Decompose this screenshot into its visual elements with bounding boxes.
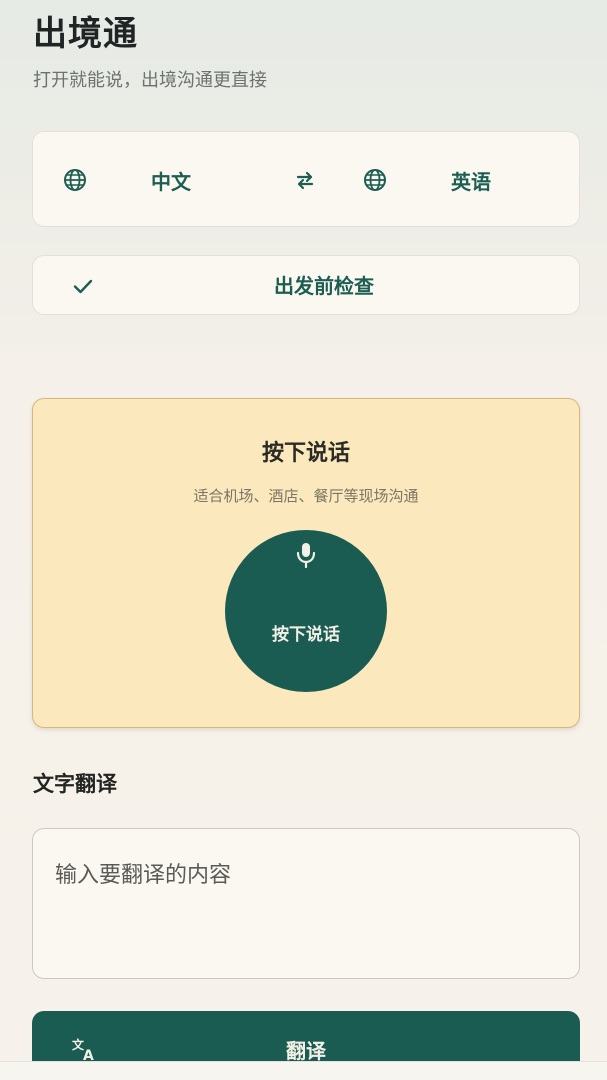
source-language-label: 中文 [151, 169, 191, 194]
app-screen: 出境通 打开就能说，出境沟通更直接 中文 英语 出发前检查 按下说话 适合机场、… [0, 0, 607, 1080]
app-title: 出境通 [33, 14, 138, 54]
translation-text-input[interactable] [32, 828, 580, 979]
text-translation-title: 文字翻译 [33, 772, 117, 796]
voice-card-title: 按下说话 [261, 441, 350, 466]
voice-input-card: 按下说话 适合机场、酒店、餐厅等现场沟通 按下说话 [32, 398, 580, 728]
push-to-talk-label: 按下说话 [272, 625, 340, 644]
language-selector-card: 中文 英语 [32, 131, 580, 227]
source-language-selector[interactable]: 中文 [63, 132, 191, 228]
pre-departure-checklist-button[interactable]: 出发前检查 [32, 255, 580, 315]
bottom-navigation-bar [0, 1061, 607, 1080]
push-to-talk-button[interactable]: 按下说话 [225, 530, 387, 692]
app-subtitle: 打开就能说，出境沟通更直接 [33, 70, 267, 91]
translate-button-label: 翻译 [286, 1041, 326, 1063]
microphone-icon [296, 543, 316, 568]
swap-icon[interactable] [293, 168, 317, 192]
voice-card-hint: 适合机场、酒店、餐厅等现场沟通 [193, 487, 419, 505]
globe-icon [364, 169, 386, 191]
checklist-label: 出发前检查 [274, 274, 374, 298]
target-language-label: 英语 [451, 169, 491, 194]
target-language-selector[interactable]: 英语 [363, 132, 491, 228]
globe-icon [64, 169, 86, 191]
